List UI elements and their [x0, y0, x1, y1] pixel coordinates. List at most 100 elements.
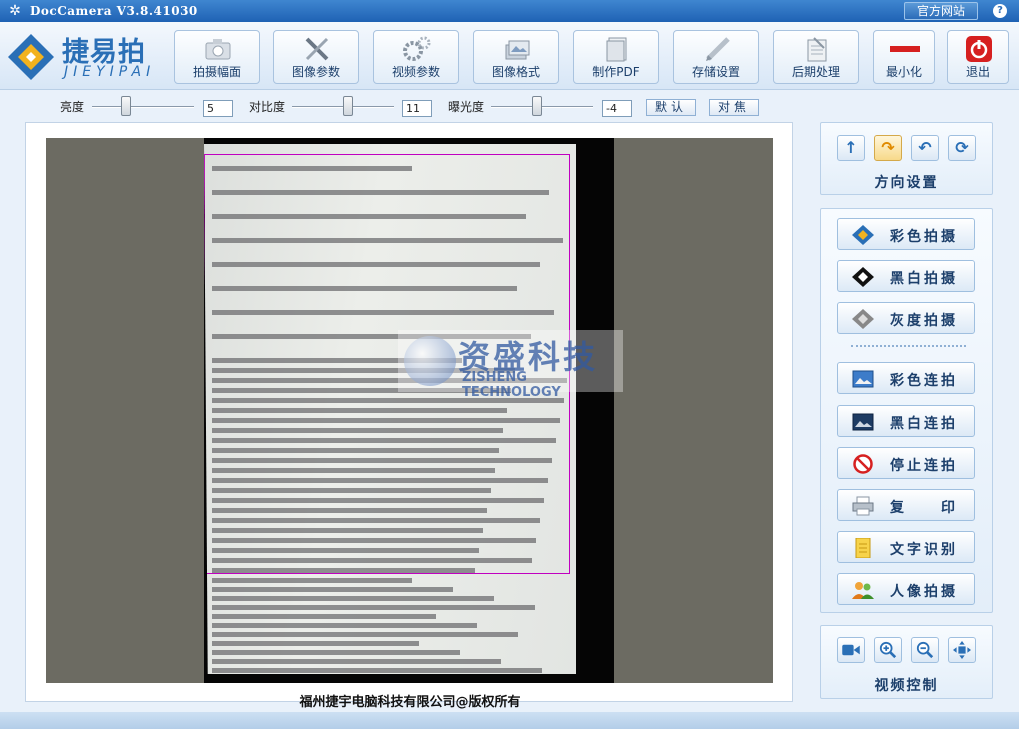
text-doc-icon — [855, 538, 871, 558]
camera-preview[interactable]: 资盛科技 ZISHENG TECHNOLOGY — [46, 138, 773, 683]
brightness-label: 亮度 — [60, 100, 85, 114]
video-params-button[interactable]: 视频参数 — [373, 30, 459, 84]
capture-panel: 彩色拍摄 黑白拍摄 灰度拍摄 彩色连拍 黑白连拍 停止连拍 复 印 文字识别 人… — [820, 208, 993, 613]
portrait-button[interactable]: 人像拍摄 — [837, 573, 975, 605]
zoom-out-icon — [916, 641, 934, 659]
bw-diamond-icon — [852, 267, 874, 287]
text-line — [212, 438, 556, 443]
rotate-right-button[interactable]: ↷ — [874, 135, 902, 161]
watermark: 资盛科技 ZISHENG TECHNOLOGY — [398, 330, 623, 400]
text-line — [212, 538, 536, 543]
stop-icon — [853, 454, 873, 474]
adjustment-bar: 亮度 5 对比度 11 曝光度 -4 默认 对焦 — [0, 91, 1019, 121]
fit-arrows-icon — [953, 641, 971, 659]
rotate-180-button[interactable]: ⟳ — [948, 135, 976, 161]
minimize-icon — [890, 46, 920, 52]
text-line — [212, 614, 436, 619]
zoom-in-button[interactable] — [874, 637, 902, 663]
text-line — [212, 408, 507, 413]
default-button[interactable]: 默认 — [646, 99, 696, 116]
rotate-ccw-icon: ↶ — [918, 138, 932, 157]
text-line — [212, 596, 494, 601]
watermark-text-en: ZISHENG TECHNOLOGY — [462, 370, 561, 400]
pen-icon — [706, 37, 730, 61]
bw-capture-button[interactable]: 黑白拍摄 — [837, 260, 975, 292]
text-line — [212, 641, 419, 646]
exposure-value-field[interactable]: -4 — [602, 100, 632, 117]
text-line — [212, 310, 554, 315]
stop-continuous-button[interactable]: 停止连拍 — [837, 447, 975, 479]
bw-photo-icon — [852, 413, 874, 431]
exposure-slider-thumb[interactable] — [531, 96, 542, 116]
brightness-slider-thumb[interactable] — [120, 96, 131, 116]
focus-button[interactable]: 对焦 — [709, 99, 759, 116]
people-icon — [852, 582, 874, 599]
globe-logo-icon — [404, 336, 456, 386]
brightness-slider-track[interactable] — [92, 106, 194, 108]
fit-screen-button[interactable] — [948, 637, 976, 663]
refresh-icon: ⟳ — [955, 138, 969, 157]
contrast-value-field[interactable]: 11 — [402, 100, 432, 117]
contrast-slider-thumb[interactable] — [343, 96, 354, 116]
post-processing-button[interactable]: 后期处理 — [773, 30, 859, 84]
copy-button[interactable]: 复 印 — [837, 489, 975, 521]
main-toolbar: 捷易拍 JIEYIPAI 拍摄幅面 图像参数 视频参数 图像格式 制作PDF 存… — [0, 22, 1019, 90]
storage-settings-button[interactable]: 存储设置 — [673, 30, 759, 84]
zoom-in-icon — [879, 641, 897, 659]
title-bar: ✲ DocCamera V3.8.41030 官方网站 ? — [0, 0, 1019, 22]
video-control-panel: 视频控制 — [820, 625, 993, 699]
direction-title: 方向设置 — [874, 175, 939, 191]
rotate-up-button[interactable]: ↑ — [837, 135, 865, 161]
text-line — [212, 623, 477, 628]
image-params-button[interactable]: 图像参数 — [273, 30, 359, 84]
text-line — [212, 578, 412, 583]
rotate-left-button[interactable]: ↶ — [911, 135, 939, 161]
record-video-button[interactable] — [837, 637, 865, 663]
camera-icon — [205, 39, 231, 60]
preview-panel: 资盛科技 ZISHENG TECHNOLOGY 福州捷宇电脑科技有限公司@版权所… — [25, 122, 793, 710]
official-site-button[interactable]: 官方网站 — [904, 2, 978, 20]
rotate-cw-icon: ↷ — [881, 138, 895, 157]
color-continuous-button[interactable]: 彩色连拍 — [837, 362, 975, 394]
gray-capture-button[interactable]: 灰度拍摄 — [837, 302, 975, 334]
exposure-slider-track[interactable] — [491, 106, 593, 108]
bw-continuous-button[interactable]: 黑白连拍 — [837, 405, 975, 437]
video-camera-icon — [842, 644, 860, 656]
image-format-button[interactable]: 图像格式 — [473, 30, 559, 84]
exposure-label: 曝光度 — [448, 100, 485, 114]
minimize-button[interactable]: 最小化 — [873, 30, 935, 84]
zoom-out-button[interactable] — [911, 637, 939, 663]
text-line — [212, 587, 453, 592]
text-line — [212, 428, 503, 433]
text-line — [212, 650, 460, 655]
paper-sheet — [204, 144, 576, 674]
text-line — [212, 478, 548, 483]
color-photo-icon — [852, 370, 874, 388]
status-bar — [0, 712, 1019, 729]
text-line — [212, 605, 535, 610]
exit-button[interactable]: 退出 — [947, 30, 1009, 84]
logo: 捷易拍 JIEYIPAI — [6, 28, 162, 86]
text-line — [212, 498, 544, 503]
text-line — [212, 677, 443, 682]
text-line — [212, 508, 487, 513]
help-icon[interactable]: ? — [993, 4, 1007, 18]
text-line — [212, 238, 563, 243]
printer-icon — [852, 496, 874, 516]
document-image — [204, 138, 614, 683]
gray-diamond-icon — [852, 309, 874, 329]
arrow-up-icon: ↑ — [844, 138, 858, 157]
text-line — [212, 214, 526, 219]
ocr-button[interactable]: 文字识别 — [837, 531, 975, 563]
text-line — [212, 262, 540, 267]
text-line — [212, 568, 475, 573]
make-pdf-button[interactable]: 制作PDF — [573, 30, 659, 84]
color-capture-button[interactable]: 彩色拍摄 — [837, 218, 975, 250]
text-line — [212, 418, 560, 423]
window-title: DocCamera V3.8.41030 — [30, 4, 198, 18]
text-line — [212, 558, 532, 563]
logo-diamond-icon — [8, 34, 54, 80]
text-line — [212, 518, 540, 523]
capture-size-button[interactable]: 拍摄幅面 — [174, 30, 260, 84]
brightness-value-field[interactable]: 5 — [203, 100, 233, 117]
